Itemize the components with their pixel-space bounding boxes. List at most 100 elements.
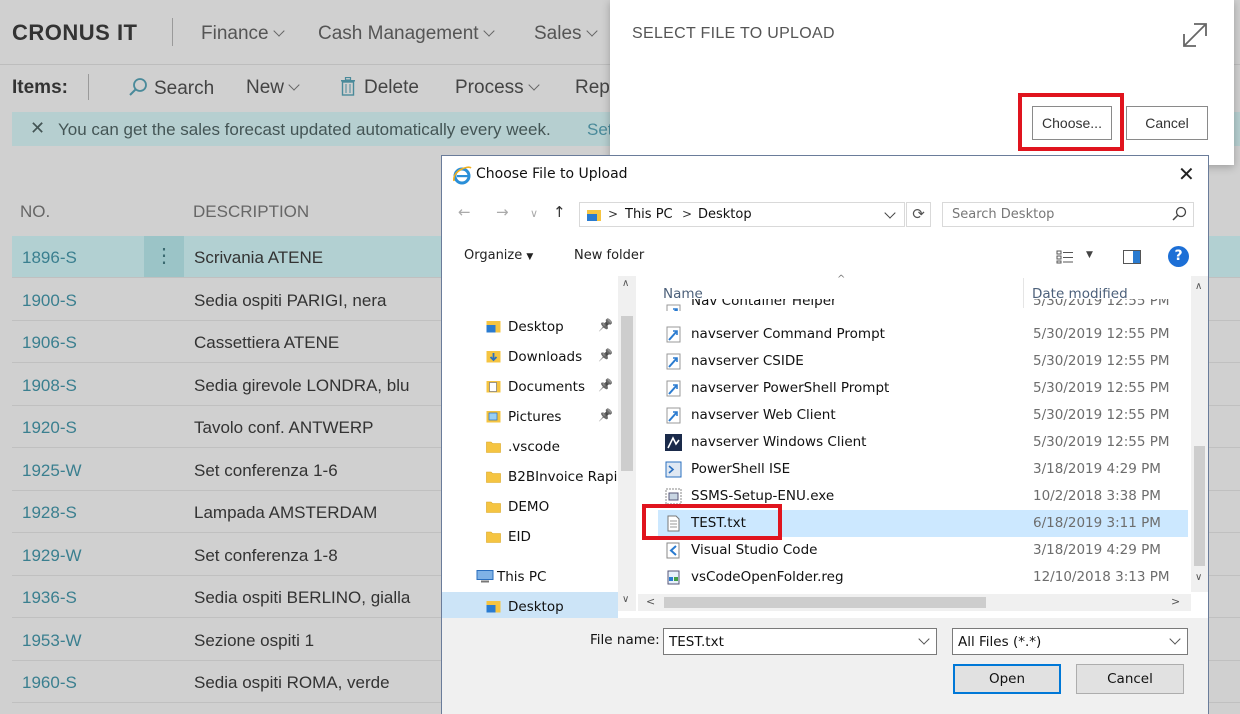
nav-pane-item[interactable]: Desktop 📌: [442, 312, 618, 342]
item-description: Set conferenza 1-8: [194, 545, 338, 565]
scroll-thumb[interactable]: [1194, 446, 1205, 566]
expand-icon[interactable]: [1180, 20, 1210, 50]
close-icon[interactable]: ✕: [30, 118, 45, 139]
item-number-link[interactable]: 1925-W: [22, 461, 82, 481]
navigation-scrollbar[interactable]: ∧ ∨: [618, 276, 636, 611]
scroll-right-icon[interactable]: >: [1171, 595, 1180, 608]
scroll-left-icon[interactable]: <: [646, 595, 655, 608]
scroll-down-icon[interactable]: ∨: [1195, 572, 1202, 583]
file-row[interactable]: vsCodeOpenFolder.reg 12/10/2018 3:13 PM: [658, 564, 1188, 591]
item-number-link[interactable]: 1953-W: [22, 631, 82, 651]
chevron-down-icon[interactable]: [918, 633, 930, 645]
organize-label: Organize: [464, 248, 523, 263]
nav-cash-management[interactable]: Cash Management: [318, 23, 495, 45]
up-arrow-icon[interactable]: ↑: [553, 203, 566, 221]
new-action[interactable]: New: [246, 77, 300, 99]
folder-icon: [486, 531, 501, 543]
close-icon[interactable]: ✕: [1178, 162, 1195, 186]
breadcrumb-desktop[interactable]: Desktop: [698, 207, 752, 222]
search-placeholder: Search Desktop: [952, 207, 1055, 222]
file-row[interactable]: Visual Studio Code 3/18/2019 4:29 PM: [658, 537, 1188, 564]
file-name: PowerShell ISE: [691, 461, 791, 477]
file-row[interactable]: PowerShell ISE 3/18/2019 4:29 PM: [658, 456, 1188, 483]
open-button[interactable]: Open: [953, 664, 1061, 694]
item-number-link[interactable]: 1920-S: [22, 418, 77, 438]
nav-pane-item[interactable]: EID: [442, 522, 618, 552]
preview-pane-icon[interactable]: [1123, 250, 1141, 264]
file-row[interactable]: navserver CSIDE 5/30/2019 12:55 PM: [658, 348, 1188, 375]
file-list-hscrollbar[interactable]: < >: [638, 594, 1191, 611]
column-header-no[interactable]: NO.: [20, 202, 50, 222]
pin-icon: 📌: [598, 408, 613, 422]
nav-pane-item[interactable]: This PC: [442, 562, 618, 592]
file-name: SSMS-Setup-ENU.exe: [691, 488, 835, 504]
item-number-link[interactable]: 1908-S: [22, 376, 77, 396]
file-date: 10/2/2018 3:38 PM: [1033, 488, 1161, 504]
file-row[interactable]: navserver Command Prompt 5/30/2019 12:55 …: [658, 321, 1188, 348]
new-label: New: [246, 77, 285, 98]
nav-pane-item-label: .vscode: [508, 439, 560, 455]
back-arrow-icon[interactable]: ←: [458, 203, 471, 221]
nav-pane-item[interactable]: Downloads 📌: [442, 342, 618, 372]
file-row[interactable]: navserver Web Client 5/30/2019 12:55 PM: [658, 402, 1188, 429]
scroll-up-icon[interactable]: ∧: [622, 278, 629, 289]
dropdown-triangle-icon[interactable]: ▼: [1086, 250, 1093, 260]
item-number-link[interactable]: 1900-S: [22, 291, 77, 311]
sort-indicator-icon: ^: [837, 274, 846, 285]
search-input[interactable]: Search Desktop: [942, 202, 1194, 227]
help-icon[interactable]: ?: [1168, 246, 1189, 267]
company-name: CRONUS IT: [12, 20, 138, 45]
more-options-icon[interactable]: ⋮: [144, 236, 184, 277]
dialog-cancel-button[interactable]: Cancel: [1076, 664, 1184, 694]
search-action[interactable]: Search: [128, 77, 214, 100]
new-folder-button[interactable]: New folder: [574, 248, 644, 263]
delete-action[interactable]: Delete: [340, 76, 419, 99]
breadcrumb-this-pc[interactable]: This PC: [625, 207, 673, 222]
nav-pane-item[interactable]: Pictures 📌: [442, 402, 618, 432]
recent-chevron-icon[interactable]: ∨: [530, 207, 538, 220]
file-row[interactable]: Nav Container Helper 5/30/2019 12:55 PM: [658, 299, 1188, 311]
item-number-link[interactable]: 1936-S: [22, 588, 77, 608]
item-number-link[interactable]: 1896-S: [22, 248, 77, 268]
chevron-down-icon[interactable]: [884, 207, 896, 219]
file-row[interactable]: navserver Windows Client 5/30/2019 12:55 …: [658, 429, 1188, 456]
file-name: Visual Studio Code: [691, 542, 818, 558]
process-action[interactable]: Process: [455, 77, 540, 99]
report-action[interactable]: Rep: [575, 77, 610, 99]
nav-pane-item[interactable]: Documents 📌: [442, 372, 618, 402]
desktop-folder-icon: [486, 601, 501, 613]
pin-icon: 📌: [598, 318, 613, 332]
file-list-scrollbar[interactable]: ∧ ∨: [1191, 276, 1208, 592]
item-description: Sezione ospiti 1: [194, 630, 315, 650]
scroll-up-icon[interactable]: ∧: [1195, 281, 1202, 292]
nav-pane-item[interactable]: B2BInvoice Rapid: [442, 462, 626, 492]
item-number-link[interactable]: 1960-S: [22, 673, 77, 693]
item-number-link[interactable]: 1928-S: [22, 503, 77, 523]
item-number-link[interactable]: 1906-S: [22, 333, 77, 353]
organize-menu[interactable]: Organize ▼: [464, 248, 533, 263]
nav-pane-item-label: Downloads: [508, 349, 583, 365]
nav-sales[interactable]: Sales: [534, 23, 598, 45]
folder-icon: [486, 441, 501, 453]
scroll-thumb[interactable]: [621, 316, 633, 471]
view-options-icon[interactable]: [1056, 250, 1074, 264]
nav-pane-item[interactable]: .vscode: [442, 432, 618, 462]
folder-icon: [486, 501, 501, 513]
file-type-select[interactable]: All Files (*.*): [952, 628, 1188, 655]
breadcrumb-separator-icon: >: [608, 207, 619, 221]
address-bar[interactable]: > This PC > Desktop: [579, 202, 905, 227]
banner-link[interactable]: Set: [587, 120, 613, 140]
pin-icon: 📌: [598, 378, 613, 392]
forward-arrow-icon[interactable]: →: [496, 203, 509, 221]
file-name-field[interactable]: TEST.txt: [663, 628, 937, 655]
nav-pane-item[interactable]: DEMO: [442, 492, 618, 522]
item-number-link[interactable]: 1929-W: [22, 546, 82, 566]
column-header-description[interactable]: DESCRIPTION: [193, 202, 309, 222]
refresh-icon[interactable]: ⟳: [906, 202, 931, 227]
scroll-down-icon[interactable]: ∨: [622, 594, 629, 605]
file-row[interactable]: navserver PowerShell Prompt 5/30/2019 12:…: [658, 375, 1188, 402]
nav-finance[interactable]: Finance: [201, 23, 285, 45]
scroll-thumb[interactable]: [664, 597, 986, 608]
chevron-down-icon: [527, 79, 540, 91]
panel-cancel-button[interactable]: Cancel: [1126, 106, 1208, 140]
